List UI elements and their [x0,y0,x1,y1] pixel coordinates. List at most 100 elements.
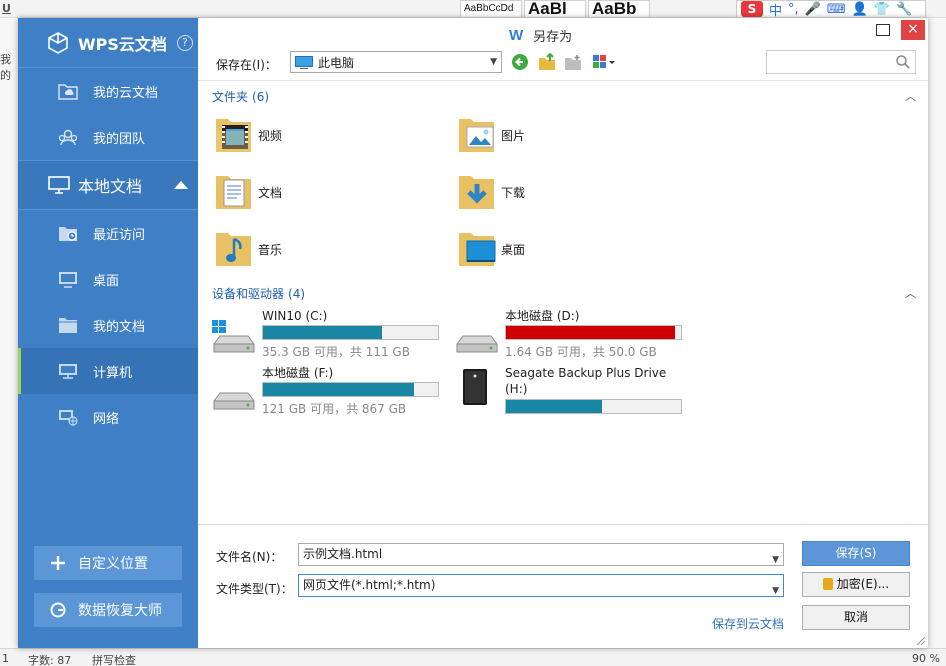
wps-cloud-brand[interactable]: WPS云文档 ? [18,18,198,68]
drive-item-c[interactable]: WIN10 (C:) 35.3 GB 可用，共 111 GB [210,308,450,362]
search-icon[interactable] [896,55,910,69]
drive-usage-bar [505,399,682,414]
monitor-icon [48,176,70,194]
computer-icon [59,364,77,379]
sidebar: WPS云文档 ? 我的云文档 我的团队 本地文档 最近访问 桌面 我的文档 计算… [18,18,198,648]
status-word-count: 字数: 87 [28,654,72,666]
sidebar-section-label: 本地文档 [78,177,143,196]
folder-item-pictures[interactable]: 图片 [455,111,675,159]
sidebar-item-my-documents[interactable]: 我的文档 [18,302,198,348]
cloud-folder-icon [58,84,78,100]
drive-usage-fill [506,326,676,339]
desktop-icon [59,272,77,288]
wps-logo-icon: W [509,27,524,44]
folders-group-count: (6) [252,90,270,104]
sidebar-item-network[interactable]: 网络 [18,394,198,440]
folder-icon [59,318,77,333]
drive-item-d[interactable]: 本地磁盘 (D:) 1.64 GB 可用，共 50.0 GB [453,308,693,362]
save-to-cloud-link[interactable]: 保存到云文档 [712,615,784,632]
folder-name: 音乐 [258,242,283,257]
search-input[interactable] [771,52,891,72]
sidebar-item-computer[interactable]: 计算机 [18,348,198,394]
help-icon[interactable]: ? [176,34,193,51]
status-page: 1 [2,652,9,665]
encrypt-button[interactable]: 加密(E)... [802,572,910,597]
maximize-button[interactable] [876,24,890,36]
back-button[interactable] [511,53,529,71]
collapse-arrow-icon[interactable] [174,181,188,189]
style-preview-heading2: AaBb [588,0,650,17]
title-bar[interactable]: W 另存为 × [198,18,928,48]
filename-label: 文件名(N)： [216,550,283,564]
filetype-value: 网页文件(*.html;*.htm) [303,578,436,592]
folder-item-downloads[interactable]: 下载 [455,168,675,216]
sidebar-item-label: 我的云文档 [93,85,159,101]
external-drive-icon [463,369,487,405]
close-button[interactable]: × [901,20,925,40]
folder-item-music[interactable]: 音乐 [212,225,432,273]
drive-usage-fill [263,383,414,396]
sidebar-item-desktop[interactable]: 桌面 [18,256,198,302]
hard-drive-icon [213,392,255,410]
data-recovery-label: 数据恢复大师 [78,603,162,619]
drive-size: 1.64 GB 可用，共 50.0 GB [505,345,657,359]
style-preview-normal: AaBbCcDd [460,0,522,17]
up-folder-button[interactable] [538,53,556,71]
sidebar-item-label: 我的文档 [93,319,146,335]
drive-size: 121 GB 可用，共 867 GB [262,402,407,416]
save-in-label: 保存在(I)： [216,58,277,72]
drives-group-header[interactable]: 设备和驱动器 (4) [212,285,305,302]
folder-name: 桌面 [501,242,526,257]
file-browser: 文件夹 (6) ︿ 视频 图片 文档 下载 音乐 桌面 设备和驱动器 (4) ︿… [198,80,928,520]
chevron-down-icon[interactable]: ▼ [772,581,779,602]
save-button[interactable]: 保存(S) [802,541,910,566]
drives-group-label: 设备和驱动器 [212,287,285,301]
folder-item-videos[interactable]: 视频 [212,111,432,159]
drive-size: 35.3 GB 可用，共 111 GB [262,345,410,359]
recent-folder-icon [59,227,77,241]
sogou-logo-icon: S [741,1,763,17]
chevron-up-icon[interactable]: ︿ [905,88,916,104]
location-select[interactable]: 此电脑 ▼ [290,51,502,73]
folder-name: 文档 [258,185,283,200]
chevron-down-icon[interactable]: ▼ [772,550,779,571]
ime-punct-icon: °, [788,1,799,17]
folder-item-documents[interactable]: 文档 [212,168,432,216]
folders-group-header[interactable]: 文件夹 (6) [212,88,269,105]
folder-item-desktop[interactable]: 桌面 [455,225,675,273]
sidebar-item-label: 桌面 [93,273,120,289]
sidebar-item-recent[interactable]: 最近访问 [18,210,198,256]
status-zoom: 90 % [912,652,940,665]
hard-drive-icon [456,335,498,353]
filename-field[interactable]: 示例文档.html ▼ [298,543,784,566]
sidebar-item-my-cloud-docs[interactable]: 我的云文档 [18,68,198,114]
location-toolbar: 保存在(I)： 此电脑 ▼ [198,48,928,80]
background-document-left: 我的 [0,18,18,648]
ime-mode: 中 [769,3,783,18]
drive-usage-bar [262,325,439,340]
status-spellcheck[interactable]: 拼写检查 [92,652,136,666]
network-icon [59,410,78,426]
background-toolbar: U AaBbCcDd AaBl AaBb S 中 °, 🎤 ⌨ 👤 👕 🔧 [0,0,946,18]
folder-name: 视频 [258,128,283,143]
chevron-up-icon[interactable]: ︿ [905,285,916,301]
drive-item-h[interactable]: Seagate Backup Plus Drive (H:) [453,365,693,419]
brand-label: WPS云文档 [78,34,167,54]
drive-item-f[interactable]: 本地磁盘 (F:) 121 GB 可用，共 867 GB [210,365,450,419]
cancel-button[interactable]: 取消 [802,605,910,630]
location-value: 此电脑 [318,55,355,70]
custom-location-button[interactable]: 自定义位置 [34,546,182,580]
music-folder-icon [216,233,251,266]
new-folder-button[interactable] [564,53,582,71]
filetype-select[interactable]: 网页文件(*.html;*.htm) ▼ [298,574,784,597]
filetype-label: 文件类型(T)： [216,582,293,596]
search-box[interactable] [766,50,916,74]
keyboard-icon: ⌨ [826,1,846,17]
sidebar-item-my-team[interactable]: 我的团队 [18,114,198,160]
sidebar-section-local-docs[interactable]: 本地文档 [18,160,198,210]
data-recovery-button[interactable]: 数据恢复大师 [34,593,182,627]
resize-grip-icon[interactable] [916,636,926,646]
plus-icon [51,556,65,570]
view-menu-button[interactable] [592,53,618,71]
dialog-title: W 另存为 [509,26,572,45]
